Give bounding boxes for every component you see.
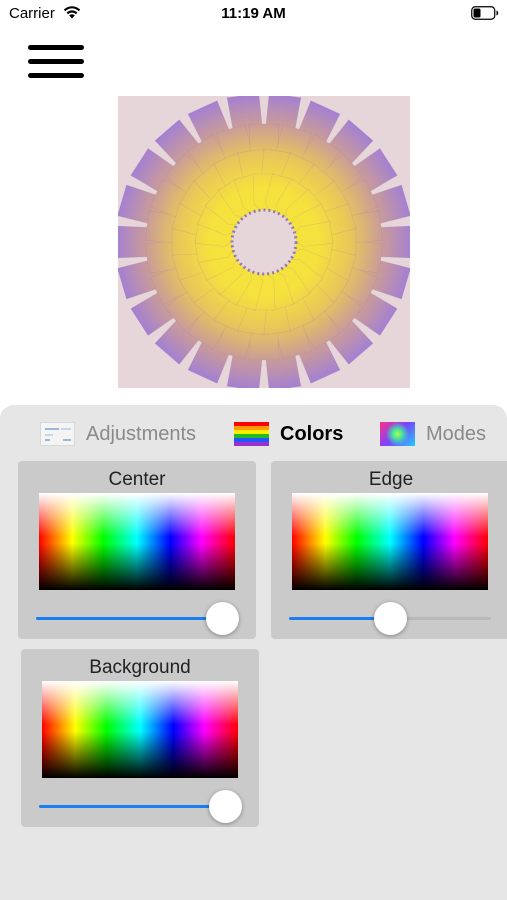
battery-icon xyxy=(471,6,499,20)
edge-color-picker[interactable] xyxy=(292,493,488,590)
edge-color-title: Edge xyxy=(368,469,414,490)
pattern-preview[interactable] xyxy=(118,96,410,388)
tab-colors[interactable]: Colors xyxy=(234,419,343,449)
tab-modes-label: Modes xyxy=(426,422,487,445)
center-color-picker[interactable] xyxy=(39,493,235,590)
edge-brightness-slider[interactable] xyxy=(289,602,491,636)
center-brightness-slider[interactable] xyxy=(36,602,239,636)
edge-color-card: Edge xyxy=(271,461,507,639)
clock: 11:19 AM xyxy=(221,5,286,22)
adjustments-icon xyxy=(40,422,75,446)
center-color-card: Center xyxy=(18,461,256,639)
rainbow-flag-icon xyxy=(234,422,269,446)
slider-thumb[interactable] xyxy=(208,790,242,823)
flower-pattern-artwork xyxy=(118,96,410,388)
status-bar: Carrier 11:19 AM xyxy=(0,0,507,30)
tab-adjustments[interactable]: Adjustments xyxy=(40,419,196,449)
tab-colors-label: Colors xyxy=(280,422,344,445)
background-brightness-slider[interactable] xyxy=(39,790,242,824)
background-color-card: Background xyxy=(21,649,259,827)
tab-modes[interactable]: Modes xyxy=(380,419,486,449)
modes-gradient-icon xyxy=(380,422,415,446)
slider-thumb[interactable] xyxy=(205,602,239,635)
slider-thumb[interactable] xyxy=(374,602,407,635)
center-color-title: Center xyxy=(108,469,166,490)
hamburger-menu-icon[interactable] xyxy=(28,45,84,79)
tab-adjustments-label: Adjustments xyxy=(86,422,197,445)
background-color-picker[interactable] xyxy=(42,681,238,778)
background-color-title: Background xyxy=(89,657,191,678)
